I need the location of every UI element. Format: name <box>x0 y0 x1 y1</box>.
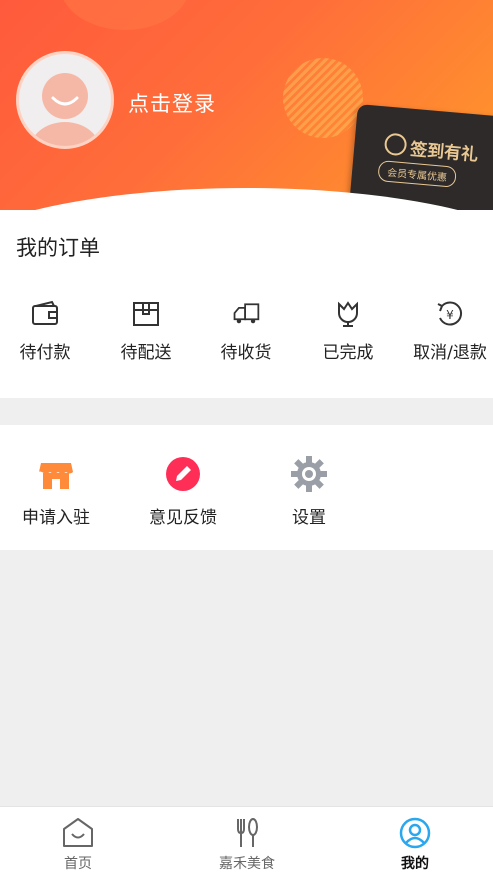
tab-mine[interactable]: 我的 <box>355 817 475 872</box>
tool-label: 设置 <box>292 508 326 528</box>
section-title: 我的订单 <box>16 236 100 260</box>
user-icon <box>399 817 431 849</box>
package-icon <box>133 302 159 326</box>
tab-label: 我的 <box>401 856 429 872</box>
login-link[interactable]: 点击登录 <box>128 88 216 118</box>
refund-icon: ¥ <box>437 301 463 326</box>
tab-food[interactable]: 嘉禾美食 <box>187 817 307 872</box>
storefront-icon <box>39 463 73 489</box>
cutlery-icon <box>237 818 258 847</box>
tab-label: 嘉禾美食 <box>219 856 275 872</box>
bottom-tab-bar: 首页 嘉禾美食 我的 <box>0 806 493 872</box>
order-label: 待配送 <box>120 343 172 363</box>
tab-home[interactable]: 首页 <box>18 817 138 872</box>
order-label: 已完成 <box>322 343 374 363</box>
my-orders-section: 我的订单 待付款 待配送 待收货 已完成 ¥ 取消/退款 <box>0 210 493 398</box>
order-pending-payment[interactable]: 待付款 <box>0 300 95 363</box>
tools-section: 申请入驻 意见反馈 设置 <box>0 425 493 550</box>
avatar[interactable] <box>16 51 114 149</box>
profile-header: 点击登录 签到有礼 会员专属优惠 <box>0 0 493 210</box>
feedback-button[interactable]: 意见反馈 <box>120 455 246 528</box>
truck-icon <box>233 303 260 324</box>
order-label: 取消/退款 <box>413 343 487 363</box>
order-completed[interactable]: 已完成 <box>298 300 398 363</box>
tool-label: 申请入驻 <box>22 508 90 528</box>
order-label: 待付款 <box>19 343 71 363</box>
settings-button[interactable]: 设置 <box>246 455 372 528</box>
order-cancel-refund[interactable]: ¥ 取消/退款 <box>400 300 493 363</box>
pencil-icon <box>166 457 200 491</box>
order-label: 待收货 <box>220 343 272 363</box>
default-avatar-icon <box>29 73 101 146</box>
signin-subtitle: 会员专属优惠 <box>377 160 457 188</box>
svg-text:¥: ¥ <box>446 308 454 322</box>
header-decoration-circle <box>283 58 363 138</box>
signin-title: 签到有礼 <box>409 139 479 166</box>
order-pending-delivery[interactable]: 待配送 <box>96 300 196 363</box>
order-pending-receipt[interactable]: 待收货 <box>196 300 296 363</box>
tab-label: 首页 <box>64 856 92 872</box>
home-icon <box>63 818 93 847</box>
tulip-icon <box>338 301 358 327</box>
gear-icon <box>291 456 327 492</box>
wallet-icon <box>32 300 58 325</box>
tool-label: 意见反馈 <box>149 508 217 528</box>
apply-merchant-button[interactable]: 申请入驻 <box>0 455 119 528</box>
